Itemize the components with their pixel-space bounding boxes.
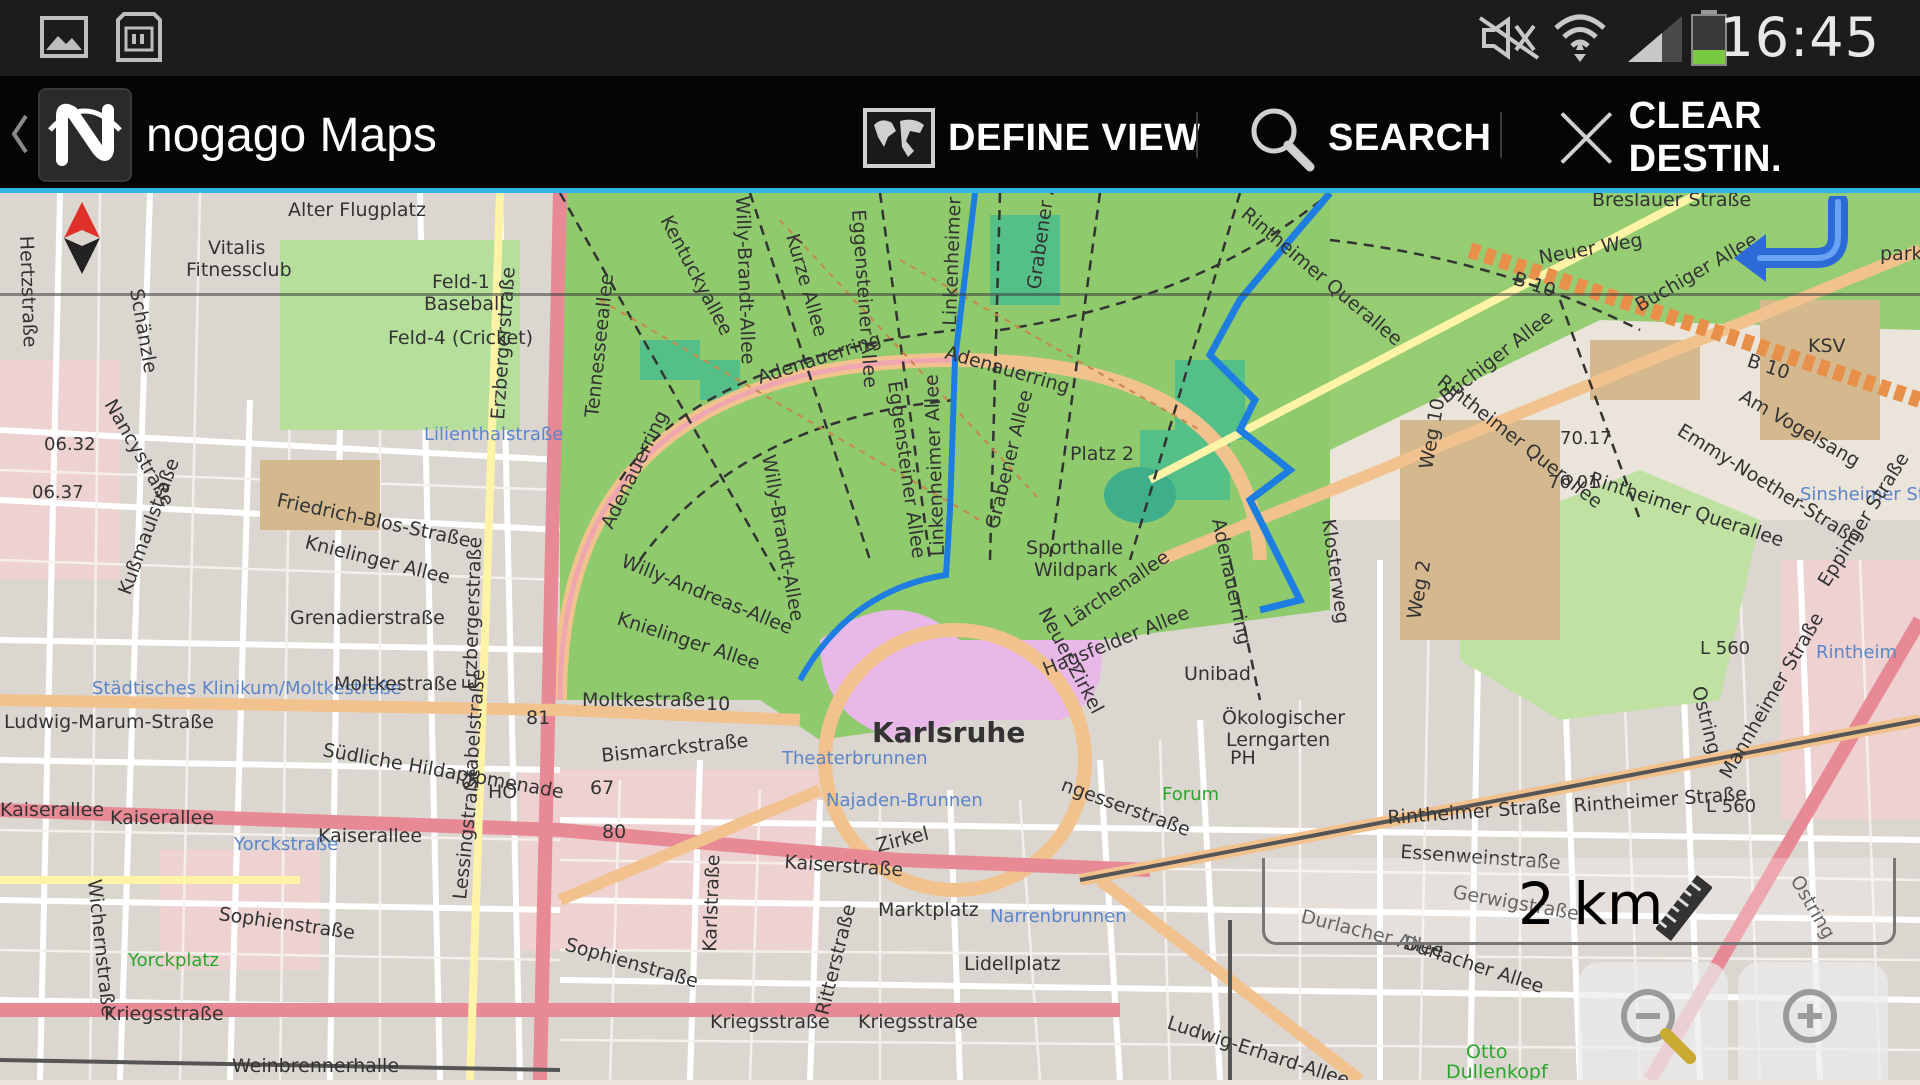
- app-title: nogago Maps: [146, 109, 437, 162]
- ruler-icon: [1656, 875, 1712, 941]
- map-label: Moltkestraße: [582, 689, 705, 711]
- map-label: Grenadierstraße: [290, 607, 445, 629]
- map-label: Rintheim: [1816, 642, 1897, 663]
- zoom-out-button[interactable]: [1578, 962, 1728, 1080]
- map-label: 67: [590, 777, 614, 799]
- world-map-icon: [863, 108, 935, 168]
- map-label: Kriegsstraße: [710, 1011, 830, 1033]
- map-label: Kriegsstraße: [104, 1003, 224, 1025]
- map-label: Unibad: [1184, 663, 1251, 685]
- map-label: Moltkestraße: [334, 673, 457, 695]
- map-label: Hertzstraße: [15, 235, 41, 347]
- city-label: Karlsruhe: [872, 716, 1025, 749]
- map-label: L 560: [1700, 638, 1750, 659]
- scale-label: 2 km: [1518, 870, 1664, 938]
- define-view-button[interactable]: DEFINE VIEW: [862, 88, 1201, 188]
- sd-card-icon: [116, 12, 162, 62]
- zoom-in-icon: [1783, 989, 1837, 1043]
- map-view[interactable]: Alter Flugplatz Vitalis Fitnessclub Feld…: [0, 193, 1920, 1080]
- map-label: Lidellplatz: [964, 953, 1061, 975]
- map-label: 70.01: [1548, 472, 1600, 493]
- map-label: PH: [1230, 747, 1256, 769]
- close-icon: [1560, 112, 1613, 164]
- map-label: HO: [488, 781, 517, 803]
- map-canvas[interactable]: Alter Flugplatz Vitalis Fitnessclub Feld…: [0, 193, 1920, 1080]
- map-label: Weinbrennerhalle: [232, 1055, 399, 1077]
- map-label: Najaden-Brunnen: [826, 790, 983, 811]
- action-divider: [1500, 112, 1502, 158]
- search-icon: [1251, 108, 1315, 172]
- map-label: park: [1880, 243, 1920, 265]
- status-bar: 16:45: [0, 0, 1920, 76]
- clear-destination-button[interactable]: CLEAR DESTIN.: [1556, 88, 1920, 188]
- action-divider: [1196, 112, 1198, 158]
- map-label: Ludwig-Marum-Straße: [4, 711, 214, 733]
- map-label: Feld-1: [432, 271, 490, 293]
- map-label: Platz 2: [1070, 443, 1134, 465]
- map-label: Marktplatz: [878, 899, 979, 921]
- app-logo[interactable]: [38, 88, 132, 182]
- map-label: Vitalis: [208, 237, 265, 259]
- search-button[interactable]: SEARCH: [1246, 88, 1491, 188]
- map-label: Lilienthalstraße: [424, 424, 563, 445]
- return-arrow-icon[interactable]: [1720, 196, 1860, 286]
- map-label: Karlstraße: [699, 854, 724, 952]
- define-view-label: DEFINE VIEW: [948, 116, 1201, 159]
- gallery-icon: [40, 16, 88, 58]
- map-label: Yorckplatz: [127, 950, 219, 971]
- map-label: Kaiserallee: [110, 807, 214, 829]
- map-label: Dullenkopf: [1446, 1061, 1549, 1080]
- map-label: Kaiserallee: [0, 799, 104, 821]
- map-label: 70.17: [1560, 428, 1612, 449]
- up-caret-icon[interactable]: [10, 112, 30, 156]
- mute-icon: [1478, 16, 1540, 60]
- signal-icon: [1628, 16, 1682, 62]
- search-label: SEARCH: [1328, 116, 1492, 159]
- clock: 16:45: [1719, 6, 1880, 69]
- map-label: Fitnessclub: [186, 259, 292, 281]
- nogago-logo-icon: [48, 103, 122, 166]
- map-label: Alter Flugplatz: [288, 199, 426, 221]
- map-label: L 560: [1706, 796, 1756, 817]
- map-label: 80: [602, 821, 626, 843]
- zoom-out-icon: [1621, 989, 1696, 1064]
- map-label: 81: [526, 707, 550, 729]
- map-label: Baseball: [424, 293, 505, 315]
- map-label: Forum: [1162, 784, 1219, 805]
- map-label: Sporthalle: [1026, 537, 1123, 559]
- clear-destination-label: CLEAR DESTIN.: [1628, 95, 1783, 180]
- map-label: Kriegsstraße: [858, 1011, 978, 1033]
- map-label: 10: [706, 693, 730, 715]
- map-label: 06.32: [44, 434, 96, 455]
- map-label: Otto: [1466, 1041, 1507, 1063]
- map-label: Theaterbrunnen: [781, 748, 928, 769]
- map-label: 06.37: [32, 482, 84, 503]
- map-label: Wildpark: [1034, 559, 1118, 581]
- zoom-in-button[interactable]: [1738, 962, 1888, 1080]
- compass-icon[interactable]: [60, 200, 104, 276]
- map-label: KSV: [1808, 335, 1846, 357]
- map-label: Sinsheimer Str: [1800, 484, 1920, 505]
- map-label: Ökologischer: [1222, 706, 1345, 729]
- wifi-icon: [1554, 14, 1606, 62]
- map-label: Narrenbrunnen: [990, 906, 1127, 927]
- map-label: Yorckstraße: [233, 834, 338, 855]
